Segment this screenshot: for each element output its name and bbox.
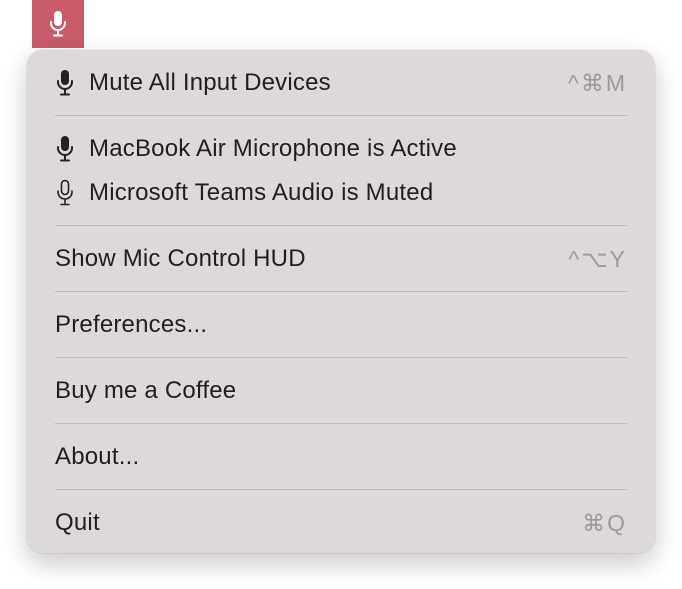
menu-item-label: MacBook Air Microphone is Active xyxy=(89,135,457,162)
menu-item-label: About... xyxy=(55,443,140,470)
menu-item-show-hud[interactable]: Show Mic Control HUD ^⌥Y xyxy=(27,239,655,279)
menu-separator xyxy=(55,291,627,292)
menu-item-quit[interactable]: Quit ⌘Q xyxy=(27,503,655,543)
menu-item-label: Preferences... xyxy=(55,311,208,338)
menu-item-preferences[interactable]: Preferences... xyxy=(27,305,655,345)
menu-item-label: Show Mic Control HUD xyxy=(55,245,306,272)
keyboard-shortcut: ^⌥Y xyxy=(568,245,627,272)
menu-item-about[interactable]: About... xyxy=(27,437,655,477)
menu-item-label: Mute All Input Devices xyxy=(89,69,331,96)
menu-item-buy-coffee[interactable]: Buy me a Coffee xyxy=(27,371,655,411)
menu-separator xyxy=(55,423,627,424)
menu-separator xyxy=(55,115,627,116)
microphone-filled-icon xyxy=(55,134,81,164)
menu-item-label: Microsoft Teams Audio is Muted xyxy=(89,179,434,206)
microphone-outline-icon xyxy=(55,178,81,208)
menu-item-label: Buy me a Coffee xyxy=(55,377,237,404)
menu-separator xyxy=(55,225,627,226)
menu-item-label: Quit xyxy=(55,509,100,536)
microphone-filled-icon xyxy=(55,68,81,98)
menubar-mic-button[interactable] xyxy=(32,0,84,48)
screen: Mute All Input Devices ^⌘M MacBook Air M… xyxy=(0,0,682,589)
menu-item-device-active[interactable]: MacBook Air Microphone is Active xyxy=(27,129,655,169)
menu-separator xyxy=(55,489,627,490)
keyboard-shortcut: ^⌘M xyxy=(568,69,627,96)
keyboard-shortcut: ⌘Q xyxy=(582,509,627,536)
menu-item-mute-all[interactable]: Mute All Input Devices ^⌘M xyxy=(27,63,655,103)
microphone-icon xyxy=(50,11,66,37)
dropdown-menu: Mute All Input Devices ^⌘M MacBook Air M… xyxy=(27,50,655,553)
menu-item-device-muted[interactable]: Microsoft Teams Audio is Muted xyxy=(27,173,655,213)
menu-separator xyxy=(55,357,627,358)
